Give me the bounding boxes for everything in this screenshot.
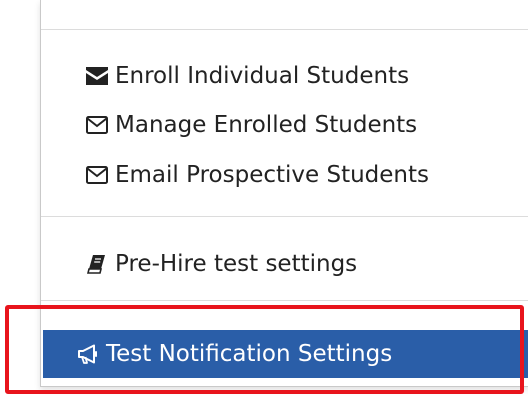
menu-item-label: Email Prospective Students: [115, 162, 429, 188]
menu-item-email-prospective-students[interactable]: Email Prospective Students: [41, 155, 528, 195]
menu-divider: [41, 300, 528, 301]
bullhorn-icon: [76, 342, 100, 366]
menu-item-pre-hire-test-settings[interactable]: Pre-Hire test settings: [41, 244, 528, 284]
menu-item-label: Manage Enrolled Students: [115, 112, 418, 138]
menu-divider: [41, 216, 528, 217]
envelope-outline-icon: [85, 113, 109, 137]
menu-item-label: Enroll Individual Students: [115, 63, 410, 89]
dropdown-menu: Enroll Individual Students Manage Enroll…: [40, 0, 528, 387]
menu-item-label: Test Notification Settings: [106, 341, 393, 367]
envelope-outline-icon: [85, 163, 109, 187]
menu-item-label: Pre-Hire test settings: [115, 251, 358, 277]
screenshot-stage: Enroll Individual Students Manage Enroll…: [0, 0, 528, 403]
envelope-filled-icon: [85, 64, 109, 88]
menu-item-test-notification-settings[interactable]: Test Notification Settings: [43, 330, 528, 378]
menu-divider: [41, 29, 528, 30]
menu-item-manage-enrolled-students[interactable]: Manage Enrolled Students: [41, 105, 528, 145]
book-icon: [85, 252, 109, 276]
menu-item-enroll-individual-students[interactable]: Enroll Individual Students: [41, 56, 528, 96]
